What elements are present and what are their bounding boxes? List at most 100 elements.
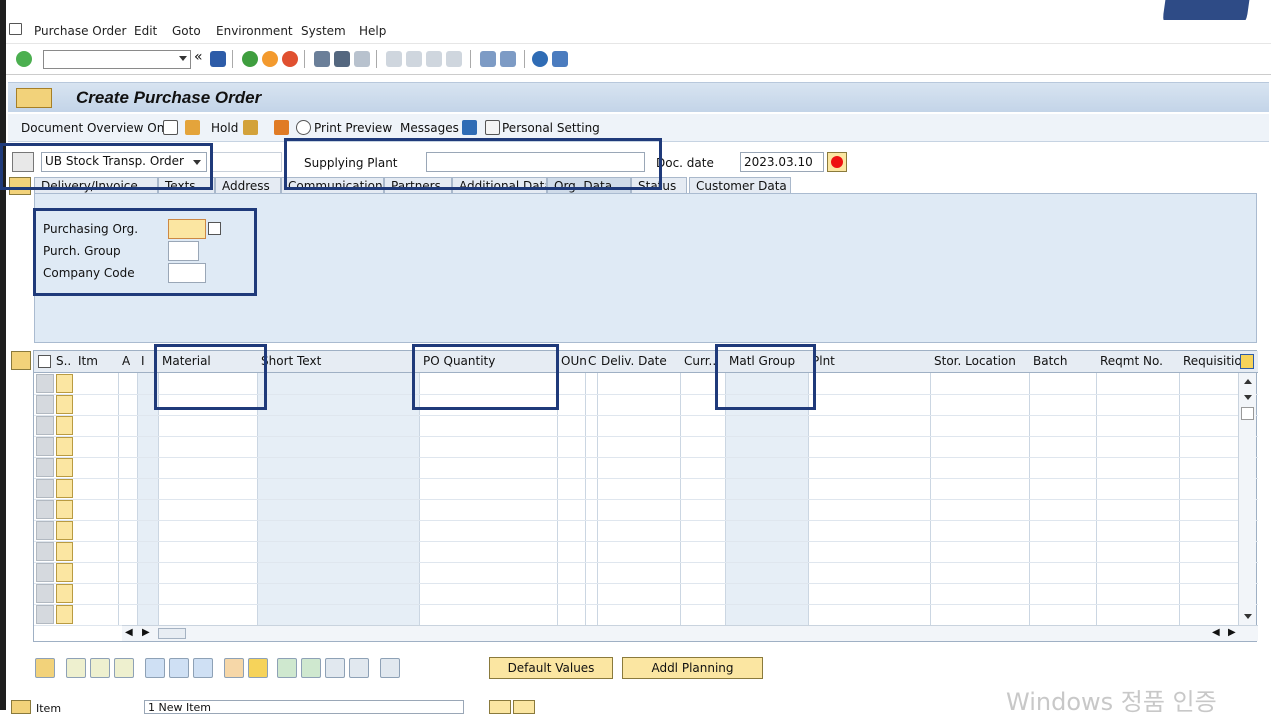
row-selector[interactable] xyxy=(36,542,54,561)
copy-all-icon[interactable] xyxy=(90,658,110,678)
row-status-cell[interactable] xyxy=(56,437,73,456)
more-icon[interactable] xyxy=(380,658,400,678)
menu-help[interactable]: Help xyxy=(359,24,386,38)
doc-date-input[interactable]: 2023.03.10 xyxy=(740,152,824,172)
check-icon[interactable] xyxy=(243,120,258,135)
row-selector[interactable] xyxy=(36,500,54,519)
row-status-cell[interactable] xyxy=(56,395,73,414)
details-icon[interactable] xyxy=(35,658,55,678)
row-selector[interactable] xyxy=(36,584,54,603)
preview-icon[interactable] xyxy=(296,120,311,135)
menu-purchase-order[interactable]: Purchase Order xyxy=(34,24,126,38)
collapse-icon[interactable]: « xyxy=(194,49,210,65)
default-values-button[interactable]: Default Values xyxy=(489,657,613,679)
row-status-cell[interactable] xyxy=(56,605,73,624)
new-session-icon[interactable] xyxy=(480,51,496,67)
document-icon[interactable] xyxy=(16,88,52,108)
status-icon-frame[interactable] xyxy=(827,152,847,172)
exit-icon[interactable] xyxy=(262,51,278,67)
col-storage-location[interactable]: Stor. Location xyxy=(934,354,1016,368)
filter-off-icon[interactable] xyxy=(325,658,345,678)
row-status-cell[interactable] xyxy=(56,416,73,435)
col-item-category[interactable]: I xyxy=(141,354,145,368)
table-row[interactable] xyxy=(34,478,1258,479)
scroll-thumb[interactable] xyxy=(1241,407,1254,420)
layout-menu-icon[interactable] xyxy=(552,51,568,67)
find-icon[interactable] xyxy=(334,51,350,67)
previous-item-icon[interactable] xyxy=(489,700,511,714)
print-preview-icon[interactable] xyxy=(274,120,289,135)
horizontal-scrollbar[interactable]: ◀ ▶ ◀ ▶ xyxy=(122,625,1258,641)
row-status-cell[interactable] xyxy=(56,563,73,582)
menu-goto[interactable]: Goto xyxy=(172,24,201,38)
row-status-cell[interactable] xyxy=(56,479,73,498)
back-icon[interactable] xyxy=(242,51,258,67)
table-row[interactable] xyxy=(34,457,1258,458)
document-overview-button[interactable]: Document Overview On xyxy=(21,121,164,135)
scroll-left-end-icon[interactable]: ◀ xyxy=(1212,627,1220,638)
row-selector[interactable] xyxy=(36,479,54,498)
enter-icon[interactable] xyxy=(16,51,32,67)
h-scroll-thumb[interactable] xyxy=(158,628,186,639)
table-row[interactable] xyxy=(34,520,1258,521)
row-selector[interactable] xyxy=(36,437,54,456)
sort-ascending-icon[interactable] xyxy=(277,658,297,678)
help-icon[interactable] xyxy=(532,51,548,67)
table-row[interactable] xyxy=(34,436,1258,437)
menu-icon[interactable] xyxy=(9,23,22,35)
row-selector[interactable] xyxy=(36,521,54,540)
filter-icon[interactable] xyxy=(301,658,321,678)
row-status-cell[interactable] xyxy=(56,521,73,540)
menu-environment[interactable]: Environment xyxy=(216,24,293,38)
col-requisitioner[interactable]: Requisitione xyxy=(1183,354,1241,368)
personal-setting-button[interactable]: Personal Setting xyxy=(502,121,600,135)
col-c[interactable]: C xyxy=(588,354,596,368)
create-icon[interactable] xyxy=(163,120,178,135)
col-reqmt-no[interactable]: Reqmt No. xyxy=(1100,354,1163,368)
personal-setting-icon[interactable] xyxy=(485,120,500,135)
po-number-field[interactable] xyxy=(210,152,282,172)
delete-icon[interactable] xyxy=(145,658,165,678)
shortcut-icon[interactable] xyxy=(500,51,516,67)
hold-button[interactable]: Hold xyxy=(211,121,238,135)
save-icon[interactable] xyxy=(210,51,226,67)
table-settings-icon[interactable] xyxy=(1240,354,1254,369)
row-selector[interactable] xyxy=(36,395,54,414)
table-row[interactable] xyxy=(34,499,1258,500)
table-row[interactable] xyxy=(34,541,1258,542)
menu-system[interactable]: System xyxy=(301,24,346,38)
print-preview-button[interactable]: Print Preview xyxy=(314,121,392,135)
menu-edit[interactable]: Edit xyxy=(134,24,157,38)
tab-customer-data[interactable]: Customer Data xyxy=(689,177,791,194)
col-order-unit[interactable]: OUn xyxy=(561,354,587,368)
row-status-cell[interactable] xyxy=(56,374,73,393)
row-selector[interactable] xyxy=(36,605,54,624)
select-all-icon[interactable] xyxy=(38,355,51,368)
lock-icon[interactable] xyxy=(169,658,189,678)
messages-button[interactable]: Messages xyxy=(400,121,459,135)
table-row[interactable] xyxy=(34,562,1258,563)
table-row[interactable] xyxy=(34,415,1258,416)
cancel-icon[interactable] xyxy=(282,51,298,67)
item-detail-icon[interactable] xyxy=(11,700,31,714)
col-status[interactable]: S.. xyxy=(56,354,74,368)
find-next-icon[interactable] xyxy=(354,51,370,67)
row-status-cell[interactable] xyxy=(56,584,73,603)
unlock-icon[interactable] xyxy=(193,658,213,678)
next-page-icon[interactable] xyxy=(426,51,442,67)
row-selector[interactable] xyxy=(36,416,54,435)
col-item[interactable]: Itm xyxy=(78,354,98,368)
paste-icon[interactable] xyxy=(114,658,134,678)
row-selector[interactable] xyxy=(36,458,54,477)
row-selector[interactable] xyxy=(36,374,54,393)
collapse-items-icon[interactable] xyxy=(11,351,31,370)
item-select[interactable]: 1 New Item xyxy=(144,700,464,714)
col-delivery-date[interactable]: Deliv. Date xyxy=(601,354,667,368)
duplicate-icon[interactable] xyxy=(224,658,244,678)
scroll-right-end-icon[interactable]: ▶ xyxy=(1228,627,1236,638)
scroll-down-icon[interactable] xyxy=(1244,395,1252,400)
scroll-bottom-icon[interactable] xyxy=(1244,614,1252,619)
row-status-cell[interactable] xyxy=(56,542,73,561)
next-item-icon[interactable] xyxy=(513,700,535,714)
row-status-cell[interactable] xyxy=(56,500,73,519)
